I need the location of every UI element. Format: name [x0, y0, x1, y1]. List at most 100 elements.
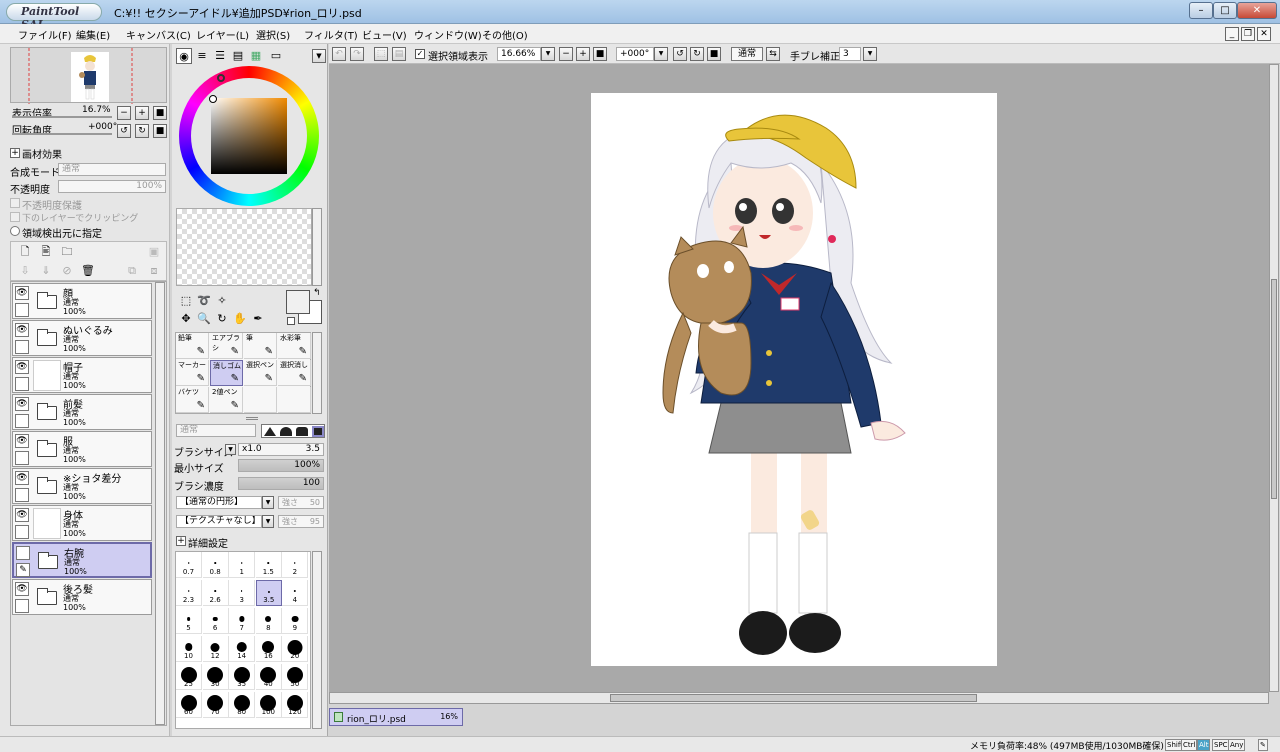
brush-size-cell[interactable]: 80: [229, 692, 256, 718]
brush-tool-cell[interactable]: [278, 387, 311, 413]
edge-round-icon[interactable]: [280, 427, 292, 436]
brush-size-cell[interactable]: 7: [229, 608, 256, 634]
zoom-reset-button[interactable]: ■: [153, 106, 167, 120]
layer-lock-checkbox[interactable]: [15, 488, 29, 502]
brush-size-cell[interactable]: 120: [282, 692, 309, 718]
color-marker[interactable]: [209, 95, 217, 103]
edge-hard-icon[interactable]: [264, 427, 276, 436]
stabilizer-field[interactable]: 3: [839, 47, 861, 61]
min-size-slider[interactable]: 100%: [238, 459, 324, 472]
eye-icon[interactable]: 👁: [15, 434, 29, 448]
brush-size-cell[interactable]: 100: [255, 692, 282, 718]
brush-size-field[interactable]: x1.0 3.5: [238, 443, 324, 456]
brush-edge-selector[interactable]: [261, 424, 325, 438]
brush-icon[interactable]: ✎: [16, 563, 30, 577]
document-tab[interactable]: rion_ロリ.psd 16%: [329, 708, 463, 726]
panel-menu-icon[interactable]: ▼: [312, 49, 326, 63]
redo-button[interactable]: ↷: [350, 47, 364, 61]
menu-item[interactable]: フィルタ(T): [304, 27, 358, 42]
rotate-icon[interactable]: ↻: [214, 311, 230, 327]
rotate-left-button[interactable]: ↺: [117, 124, 131, 138]
brush-blend-select[interactable]: 通常: [176, 424, 256, 437]
brush-size-cell[interactable]: 0.8: [202, 552, 229, 578]
eye-icon[interactable]: 👁: [15, 286, 29, 300]
layer-row[interactable]: 👁 服通常 100%: [12, 431, 152, 467]
maximize-button[interactable]: □: [1213, 2, 1237, 19]
layer-lock-checkbox[interactable]: [15, 377, 29, 391]
rotate-right-button[interactable]: ↻: [135, 124, 149, 138]
brush-tool-cell[interactable]: バケツ ✎: [176, 387, 209, 413]
advanced-settings-label[interactable]: 詳細設定: [188, 535, 228, 550]
brush-size-cell[interactable]: 5: [176, 608, 202, 634]
layer-row[interactable]: 👁 後ろ髪 通常 100%: [12, 579, 152, 615]
swatch-scrollbar[interactable]: [312, 208, 322, 286]
hsv-slider-tab-icon[interactable]: ☰: [212, 48, 228, 64]
zoom-dropdown-icon[interactable]: ▼: [541, 47, 555, 61]
mdi-restore-button[interactable]: ❐: [1241, 27, 1255, 41]
menu-item[interactable]: ファイル(F): [18, 27, 72, 42]
blend-mode-select[interactable]: 通常: [58, 163, 166, 176]
eye-icon[interactable]: 👁: [15, 471, 29, 485]
hue-marker[interactable]: [217, 74, 225, 82]
layer-lock-checkbox[interactable]: [15, 303, 29, 317]
canvas-vertical-scrollbar[interactable]: [1269, 64, 1279, 692]
edge-square-icon[interactable]: [312, 426, 324, 437]
brush-shape-select[interactable]: 【通常の円形】: [176, 496, 262, 509]
flip-horizontal-button[interactable]: ⇆: [766, 47, 780, 61]
brush-size-cell[interactable]: 50: [282, 664, 309, 690]
layer-lock-checkbox[interactable]: [15, 599, 29, 613]
merge-layer-icon[interactable]: ▣: [146, 244, 162, 260]
paper-effect-label[interactable]: 画材効果: [22, 146, 62, 161]
brush-size-cell[interactable]: 6: [202, 608, 229, 634]
layer-row[interactable]: 👁 顔通常 100%: [12, 283, 152, 319]
layer-row[interactable]: 👁 ぬいぐるみ 通常 100%: [12, 320, 152, 356]
lasso-icon[interactable]: ➰: [196, 293, 212, 309]
rotate-slider[interactable]: [12, 133, 112, 135]
layer-paste-icon[interactable]: ⧈: [146, 263, 162, 279]
texture-dropdown-icon[interactable]: ▼: [262, 515, 274, 528]
zoom-slider[interactable]: [12, 116, 112, 118]
mdi-minimize-button[interactable]: _: [1225, 27, 1239, 41]
foreground-color-swatch[interactable]: [286, 290, 310, 314]
brush-size-cell[interactable]: 20: [282, 636, 309, 662]
brush-size-cell[interactable]: 9: [282, 608, 309, 634]
brush-size-cell[interactable]: 0.7: [176, 552, 202, 578]
brush-tool-cell[interactable]: エアブラシ ✎: [210, 333, 243, 359]
size-multiplier-dropdown[interactable]: ▼: [225, 444, 236, 455]
rgb-slider-tab-icon[interactable]: ≡: [194, 48, 210, 64]
brush-size-cell[interactable]: 8: [255, 608, 282, 634]
brush-tool-cell[interactable]: 2値ペン ✎: [210, 387, 243, 413]
layer-row[interactable]: 👁 ※ショタ差分 通常 100%: [12, 468, 152, 504]
stabilizer-dropdown-icon[interactable]: ▼: [863, 47, 877, 61]
layer-row[interactable]: 👁 帽子 通常 100%: [12, 357, 152, 393]
layer-row[interactable]: ✎ 右腕 通常 100%: [12, 542, 152, 578]
toolbar-zoom-in-button[interactable]: +: [576, 47, 590, 61]
canvas-horizontal-scrollbar[interactable]: [329, 692, 1269, 704]
brush-size-cell[interactable]: 3.5: [255, 580, 282, 606]
brush-size-cell[interactable]: 10: [176, 636, 202, 662]
density-slider[interactable]: 100: [238, 477, 324, 490]
reset-colors-icon[interactable]: [287, 317, 295, 325]
merge-down-icon[interactable]: ⇓: [38, 263, 54, 279]
eye-icon[interactable]: 👁: [15, 360, 29, 374]
texture-strength-field[interactable]: 強さ 95: [278, 515, 324, 528]
delete-layer-icon[interactable]: 🗑: [80, 263, 96, 279]
toolbar-zoom-reset-button[interactable]: ■: [593, 47, 607, 61]
brush-size-cell[interactable]: 1.5: [255, 552, 282, 578]
color-mixer-tab-icon[interactable]: ▤: [230, 48, 246, 64]
advanced-expand-icon[interactable]: +: [176, 536, 186, 546]
canvas-rotation-field[interactable]: +000°: [616, 47, 654, 61]
toolbar-rotate-reset-button[interactable]: ■: [707, 47, 721, 61]
brush-size-cell[interactable]: 4: [282, 580, 309, 606]
menu-item[interactable]: レイヤー(L): [196, 27, 249, 42]
rect-select-icon[interactable]: ⬚: [178, 293, 194, 309]
hand-icon[interactable]: ✋: [232, 311, 248, 327]
texture-select[interactable]: 【テクスチャなし】: [176, 515, 262, 528]
pen-icon[interactable]: ✎: [1258, 739, 1268, 751]
shape-dropdown-icon[interactable]: ▼: [262, 496, 274, 509]
brush-size-cell[interactable]: 3: [229, 580, 256, 606]
brush-size-cell[interactable]: 16: [255, 636, 282, 662]
menu-item[interactable]: ウィンドウ(W): [414, 27, 482, 42]
swap-colors-icon[interactable]: ↰: [313, 288, 321, 298]
layer-row[interactable]: 👁 身体 通常 100%: [12, 505, 152, 541]
